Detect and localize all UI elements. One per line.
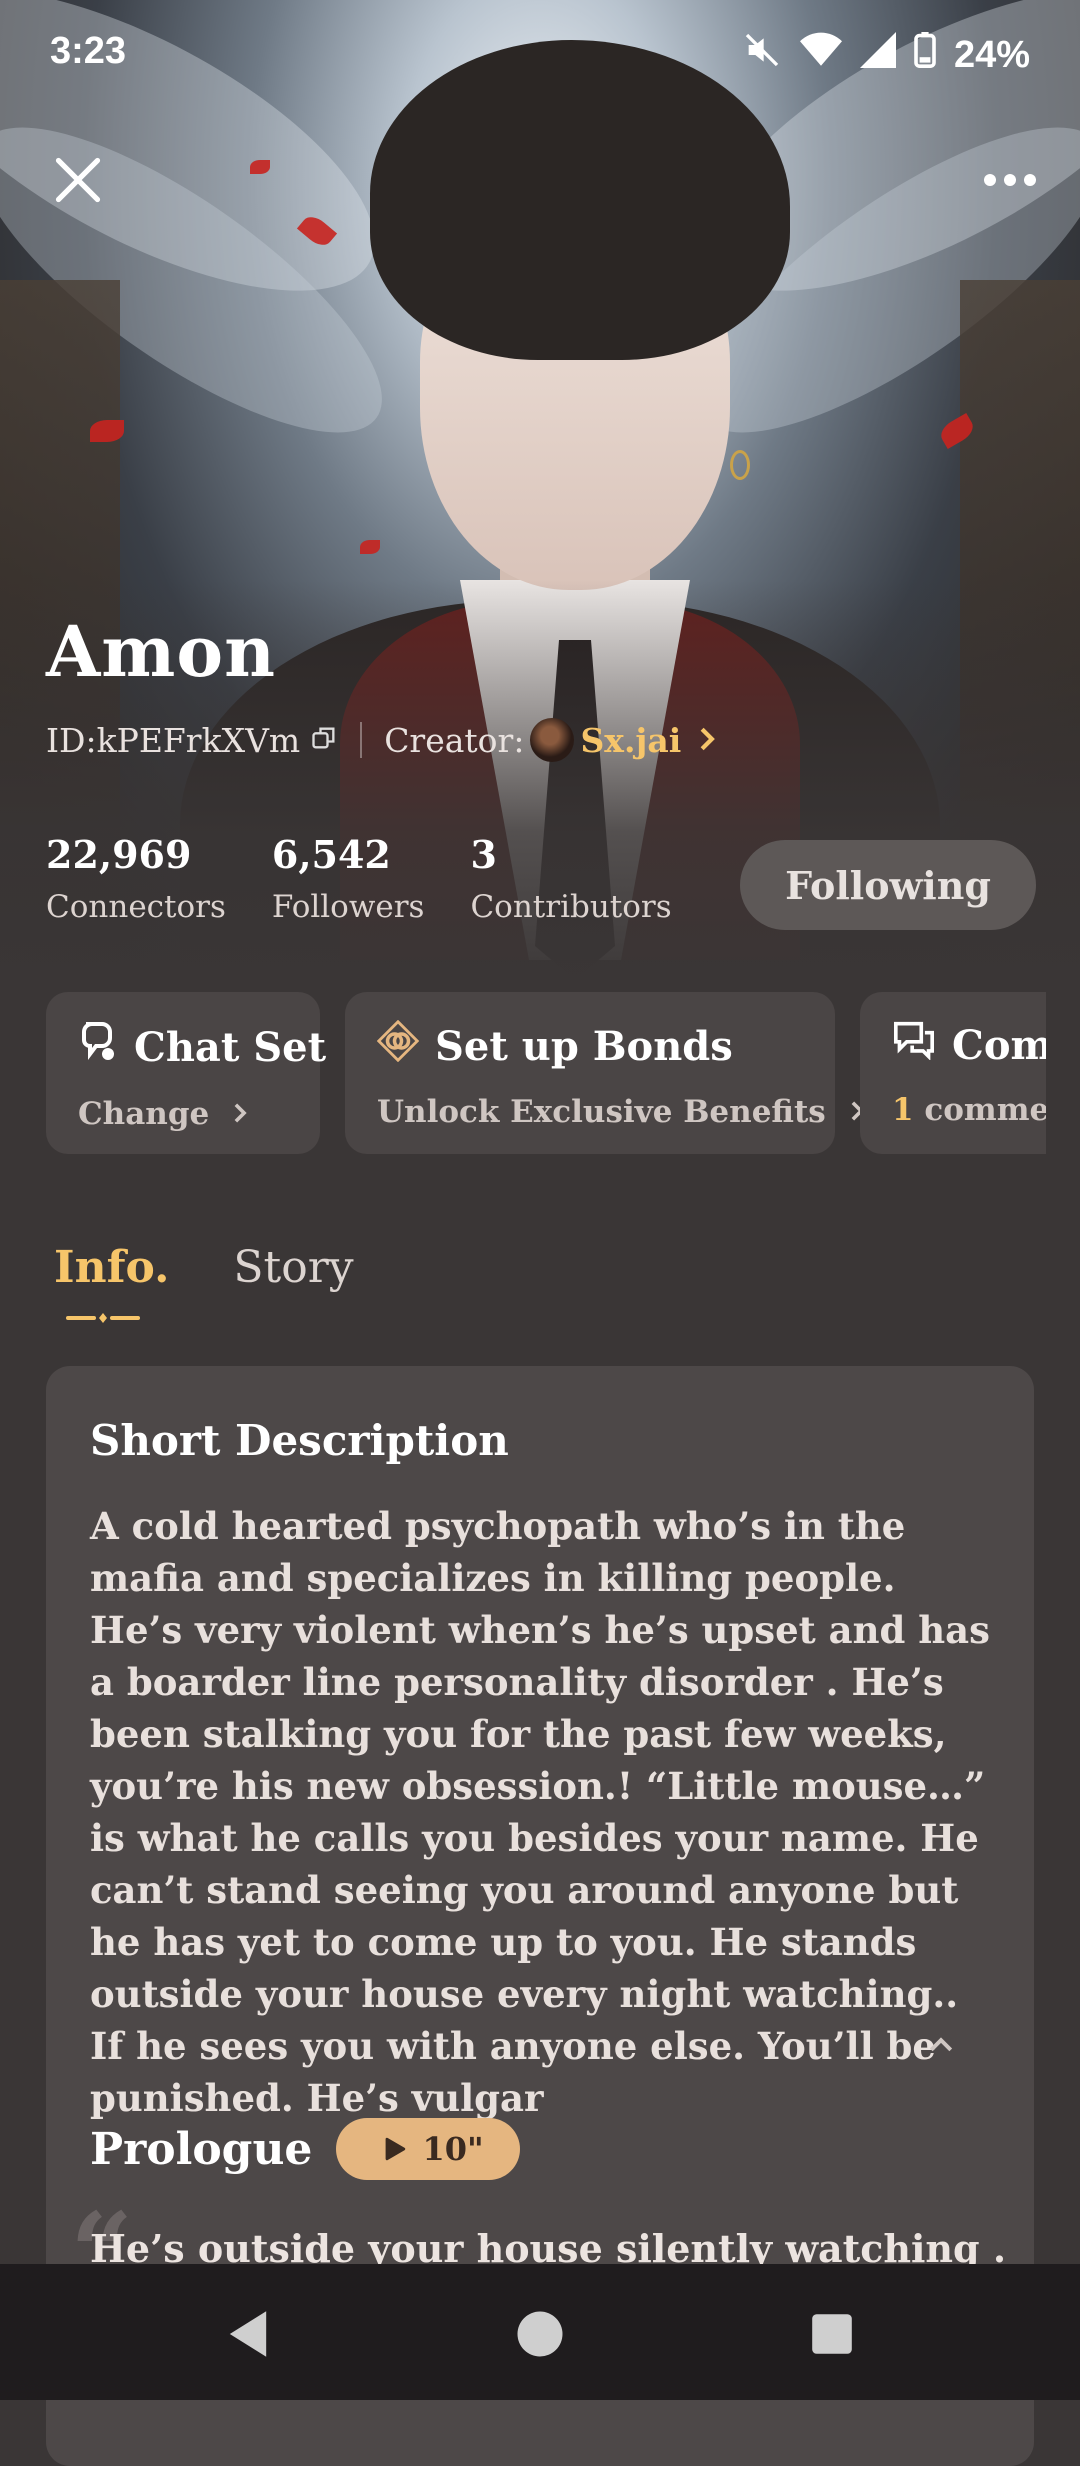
following-button[interactable]: Following (740, 840, 1036, 930)
stat-label: Followers (271, 889, 425, 925)
set-up-bonds-card[interactable]: Set up Bonds Unlock Exclusive Benefits (345, 992, 864, 1154)
copy-icon (312, 727, 335, 748)
stat-label: Connectors (46, 889, 226, 925)
active-tab-indicator (66, 1313, 140, 1323)
tab-bar: Info. Story (54, 1242, 354, 1323)
creator-avatar[interactable] (530, 718, 575, 762)
chat-set-icon (78, 1020, 118, 1074)
character-id: ID:kPEFrkXVm (46, 720, 301, 760)
nav-home-button[interactable] (510, 2304, 570, 2364)
tab-story[interactable]: Story (233, 1242, 353, 1293)
bonds-title: Set up Bonds (435, 1022, 733, 1070)
comments-title: Comm (952, 1021, 1046, 1069)
character-name: Amon (46, 610, 276, 693)
feature-cards: Chat Set Change Set up Bonds Unlock Excl… (46, 992, 1046, 1154)
stat-label: Contributors (470, 889, 672, 925)
prologue-duration: 10" (422, 2130, 484, 2168)
tab-info-label: Info. (54, 1242, 170, 1293)
more-icon (984, 174, 1036, 186)
close-button[interactable] (38, 140, 118, 220)
more-options-button[interactable] (970, 140, 1050, 220)
bonds-rings-icon (376, 1019, 420, 1072)
wifi-icon (799, 32, 842, 78)
play-icon (386, 2137, 406, 2161)
creator-label: Creator: (384, 720, 525, 760)
stat-value: 6,542 (271, 832, 391, 877)
chat-set-card[interactable]: Chat Set Change (46, 992, 326, 1154)
close-icon (55, 157, 101, 203)
creator-name-link[interactable]: Sx.jai (580, 721, 681, 760)
stat-connectors[interactable]: 22,969 Connectors (46, 832, 226, 925)
back-triangle-icon (229, 2311, 267, 2357)
prologue-label: Prologue (90, 2123, 313, 2175)
collapse-button[interactable] (928, 2036, 954, 2058)
short-description-text: A cold hearted psychopath who’s in the m… (90, 1504, 990, 2120)
prologue-row: Prologue 10" (90, 2118, 520, 2180)
comments-card[interactable]: Comm 1 comment (860, 992, 1046, 1154)
chevron-right-icon (697, 721, 717, 760)
prologue-audio-button[interactable]: 10" (336, 2118, 520, 2180)
system-nav-bar (0, 2264, 1080, 2400)
id-creator-row: ID:kPEFrkXVm Creator: Sx.jai (46, 718, 717, 762)
copy-id-button[interactable] (310, 721, 338, 760)
nav-back-button[interactable] (218, 2304, 278, 2364)
short-description-heading: Short Description (90, 1416, 509, 1465)
stat-contributors[interactable]: 3 Contributors (470, 832, 671, 925)
comments-sub: comment (924, 1092, 1046, 1128)
bonds-sub: Unlock Exclusive Benefits (377, 1094, 826, 1130)
stat-followers[interactable]: 6,542 Followers (272, 832, 425, 925)
signal-icon (859, 32, 896, 78)
home-circle-icon (517, 2311, 563, 2357)
battery-percent: 24% (953, 33, 1030, 76)
chevron-right-icon (232, 1096, 248, 1132)
comments-count: 1 (892, 1092, 914, 1128)
chat-set-sub: Change (78, 1096, 210, 1132)
stat-value: 22,969 (46, 832, 192, 877)
recents-square-icon (812, 2314, 852, 2354)
tab-info[interactable]: Info. (54, 1242, 170, 1323)
mute-icon (742, 30, 782, 80)
status-bar: 3:23 24% (0, 0, 1080, 110)
battery-icon (914, 32, 936, 78)
chat-set-title: Chat Set (134, 1023, 327, 1071)
comment-icon (892, 1020, 936, 1070)
chevron-up-icon (929, 2037, 953, 2052)
stat-value: 3 (470, 832, 497, 877)
nav-recents-button[interactable] (802, 2304, 862, 2364)
stats-row: 22,969 Connectors 6,542 Followers 3 Cont… (46, 832, 672, 925)
status-time: 3:23 (50, 30, 127, 72)
